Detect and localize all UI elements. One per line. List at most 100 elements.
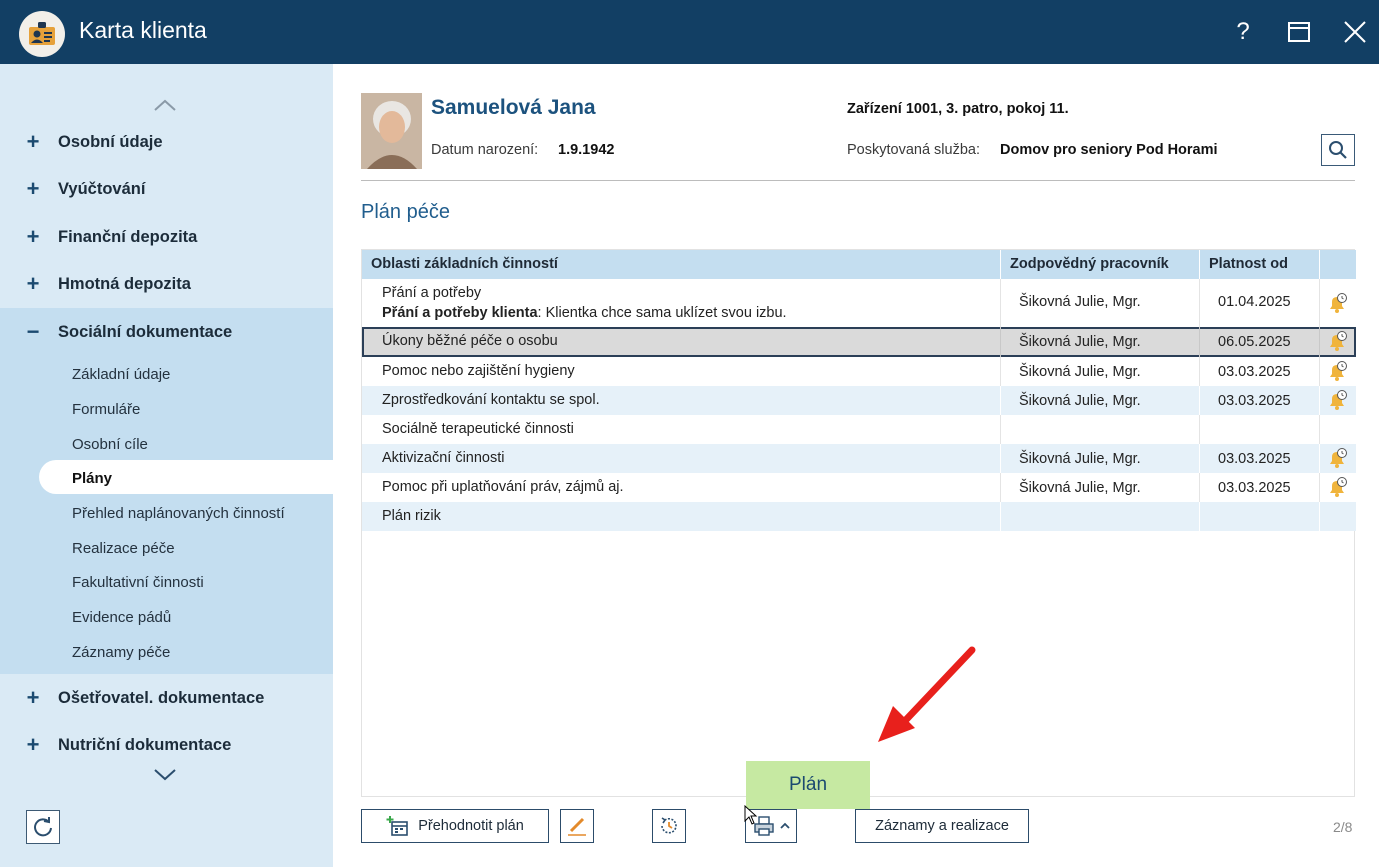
table-row[interactable]: Aktivizační činnosti Šikovná Julie, Mgr.… — [362, 444, 1356, 473]
column-separator — [1199, 357, 1200, 386]
reevaluate-plan-button[interactable]: Přehodnotit plán — [361, 809, 549, 843]
row-worker: Šikovná Julie, Mgr. — [1019, 294, 1141, 310]
sidebar-item-label: Vyúčtování — [58, 179, 146, 198]
row-area: Sociálně terapeutické činnosti — [382, 421, 574, 437]
main-content: Samuelová Jana Datum narození: 1.9.1942 … — [333, 64, 1379, 867]
table-row[interactable]: Pomoc nebo zajištění hygieny Šikovná Jul… — [362, 357, 1356, 386]
expand-icon: + — [26, 176, 40, 201]
bell-reminder-icon[interactable] — [1326, 330, 1348, 352]
help-icon: ? — [1236, 18, 1250, 45]
column-separator — [1199, 415, 1200, 444]
client-card-app-icon — [19, 11, 65, 57]
row-date: 06.05.2025 — [1218, 334, 1291, 350]
birth-date-value: 1.9.1942 — [558, 142, 615, 158]
row-date: 03.03.2025 — [1218, 480, 1291, 496]
records-and-realization-button[interactable]: Záznamy a realizace — [855, 809, 1029, 843]
sidebar-subitem-realizace-pece[interactable]: Realizace péče — [72, 540, 175, 557]
row-worker: Šikovná Julie, Mgr. — [1019, 451, 1141, 467]
row-worker: Šikovná Julie, Mgr. — [1019, 480, 1141, 496]
close-button[interactable] — [1335, 12, 1375, 52]
bell-reminder-icon[interactable] — [1326, 360, 1348, 382]
row-date: 03.03.2025 — [1218, 393, 1291, 409]
sidebar-item-osobni-udaje[interactable]: + Osobní údaje — [0, 119, 333, 165]
client-photo — [361, 93, 422, 169]
sidebar-item-label: Hmotná depozita — [58, 274, 191, 293]
sidebar-subitem-zakladni-udaje[interactable]: Základní údaje — [72, 366, 170, 383]
close-icon — [1344, 21, 1366, 43]
sidebar-item-label: Osobní údaje — [58, 132, 163, 151]
sidebar-item-vyuctovani[interactable]: + Vyúčtování — [0, 166, 333, 212]
sidebar-subitem-fakultativni-cinnosti[interactable]: Fakultativní činnosti — [72, 574, 204, 591]
column-header-area[interactable]: Oblasti základních činností — [362, 250, 558, 279]
column-header-worker[interactable]: Zodpovědný pracovník — [1001, 250, 1169, 279]
sidebar-item-hmotna-depozita[interactable]: + Hmotná depozita — [0, 261, 333, 307]
expand-icon: + — [26, 129, 40, 154]
column-separator — [1199, 250, 1200, 279]
scroll-up-button[interactable] — [150, 94, 180, 116]
client-name: Samuelová Jana — [431, 96, 596, 119]
table-row[interactable]: Sociálně terapeutické činnosti — [362, 415, 1356, 444]
header-divider — [361, 180, 1355, 181]
expand-icon: + — [26, 271, 40, 296]
column-separator — [1199, 327, 1200, 357]
sidebar-item-osetrovatel-dokumentace[interactable]: + Ošetřovatel. dokumentace — [0, 675, 333, 721]
bell-reminder-icon[interactable] — [1326, 389, 1348, 411]
refresh-icon — [34, 817, 52, 837]
bell-reminder-icon[interactable] — [1326, 292, 1348, 314]
table-row[interactable]: Plán rizik — [362, 502, 1356, 531]
sidebar-subitem-formulare[interactable]: Formuláře — [72, 401, 140, 418]
column-separator — [1000, 444, 1001, 473]
service-label: Poskytovaná služba: — [847, 142, 980, 158]
table-row[interactable]: Pomoc při uplatňování práv, zájmů aj. Ši… — [362, 473, 1356, 502]
row-area: Úkony běžné péče o osobu — [382, 333, 558, 349]
sidebar-subitem-prehled-cinnosti[interactable]: Přehled naplánovaných činností — [72, 505, 285, 522]
row-area: Aktivizační činnosti — [382, 450, 505, 466]
sidebar-item-financni-depozita[interactable]: + Finanční depozita — [0, 214, 333, 260]
expand-icon: + — [26, 685, 40, 710]
history-icon — [661, 817, 677, 834]
plan-tooltip[interactable]: Plán — [746, 761, 870, 809]
sidebar-subitem-plany[interactable]: Plány — [72, 470, 112, 487]
column-separator — [1000, 327, 1001, 357]
table-row-selected[interactable]: Úkony běžné péče o osobu Šikovná Julie, … — [362, 327, 1356, 357]
row-note-bold: Přání a potřeby klienta — [382, 305, 538, 321]
edit-button[interactable] — [560, 809, 594, 843]
row-area: Pomoc při uplatňování práv, zájmů aj. — [382, 479, 624, 495]
search-icon — [1329, 141, 1347, 159]
table-row[interactable]: Zprostředkování kontaktu se spol. Šikovn… — [362, 386, 1356, 415]
sidebar-subitem-osobni-cile[interactable]: Osobní cíle — [72, 436, 148, 453]
sidebar-subitem-zaznamy-pece[interactable]: Záznamy péče — [72, 644, 170, 661]
column-separator — [1199, 473, 1200, 502]
sidebar-item-label: Ošetřovatel. dokumentace — [58, 688, 265, 707]
scroll-down-button[interactable] — [150, 764, 180, 786]
sidebar-item-nutricni-dokumentace[interactable]: + Nutriční dokumentace — [0, 722, 333, 768]
table-row[interactable]: Přání a potřeby Přání a potřeby klienta:… — [362, 279, 1356, 327]
sidebar-item-label: Sociální dokumentace — [58, 322, 233, 341]
row-worker: Šikovná Julie, Mgr. — [1019, 364, 1141, 380]
chevron-down-icon — [154, 769, 176, 781]
column-separator — [1000, 250, 1001, 279]
column-header-valid-from[interactable]: Platnost od — [1200, 250, 1288, 279]
expand-icon: + — [26, 224, 40, 249]
refresh-button[interactable] — [26, 810, 60, 844]
row-note: Přání a potřeby klienta: Klientka chce s… — [382, 305, 787, 321]
sidebar-subitem-evidence-padu[interactable]: Evidence pádů — [72, 609, 171, 626]
column-separator — [1319, 279, 1320, 327]
client-search-button[interactable] — [1321, 134, 1355, 166]
column-separator — [1000, 502, 1001, 531]
bell-reminder-icon[interactable] — [1326, 476, 1348, 498]
pencil-icon — [568, 817, 586, 836]
section-title: Plán péče — [361, 201, 450, 223]
column-separator — [1319, 386, 1320, 415]
column-separator — [1319, 502, 1320, 531]
column-separator — [1199, 502, 1200, 531]
facility-info: Zařízení 1001, 3. patro, pokoj 11. — [847, 101, 1069, 117]
maximize-button[interactable] — [1279, 12, 1319, 52]
column-separator — [1000, 473, 1001, 502]
maximize-icon — [1288, 22, 1310, 42]
bell-reminder-icon[interactable] — [1326, 447, 1348, 469]
help-button[interactable]: ? — [1223, 12, 1263, 52]
column-separator — [1000, 279, 1001, 327]
history-button[interactable] — [652, 809, 686, 843]
sidebar-item-socialni-dokumentace[interactable]: − Sociální dokumentace — [0, 309, 333, 355]
